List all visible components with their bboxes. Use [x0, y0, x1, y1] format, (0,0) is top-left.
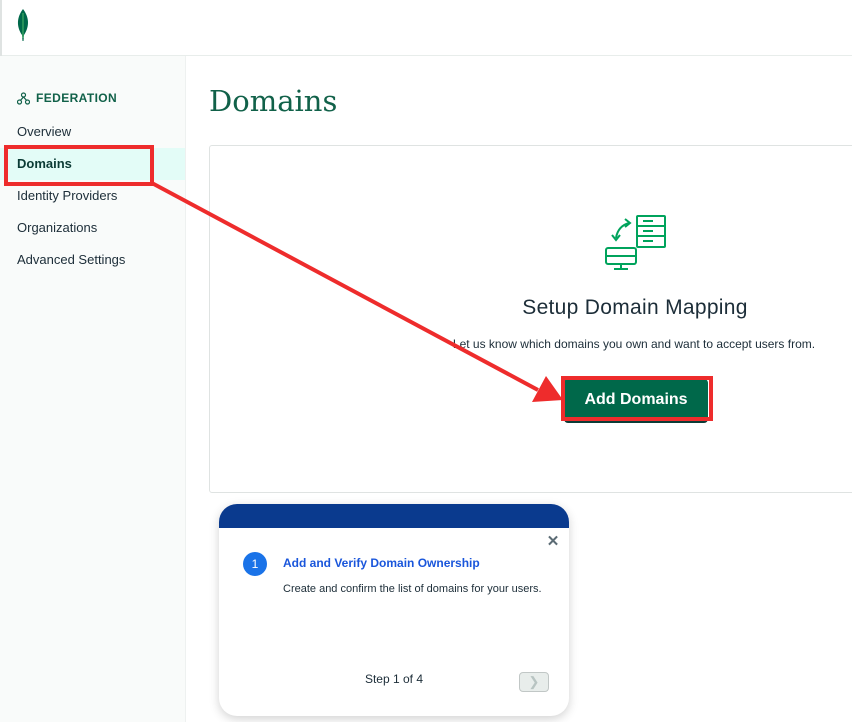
onboarding-guide-card: ✕ 1 Add and Verify Domain Ownership Crea…: [219, 504, 569, 716]
guide-header-band: [219, 504, 569, 528]
step-number-badge: 1: [243, 552, 267, 576]
sidebar-item-advanced-settings[interactable]: Advanced Settings: [0, 244, 185, 276]
mongodb-leaf-logo[interactable]: [14, 8, 32, 42]
federation-icon: [17, 91, 30, 105]
guide-description: Create and confirm the list of domains f…: [283, 583, 542, 595]
federation-section-title: FEDERATION: [36, 91, 118, 105]
sidebar-item-domains[interactable]: Domains: [0, 148, 185, 180]
server-sync-icon: [605, 215, 666, 270]
page-title: Domains: [209, 84, 338, 118]
chevron-right-icon: ❯: [528, 674, 540, 689]
sidebar-item-identity-providers[interactable]: Identity Providers: [0, 180, 185, 212]
guide-step-indicator: Step 1 of 4: [364, 672, 424, 686]
next-step-button[interactable]: ❯: [519, 672, 549, 692]
sidebar-item-organizations[interactable]: Organizations: [0, 212, 185, 244]
top-bar: [0, 0, 852, 56]
federation-section-header: FEDERATION: [17, 91, 117, 105]
close-icon[interactable]: ✕: [545, 534, 561, 550]
empty-state-title: Setup Domain Mapping: [522, 296, 748, 319]
add-domains-button[interactable]: Add Domains: [564, 379, 708, 421]
empty-state-description: Let us know which domains you own and wa…: [452, 337, 816, 351]
guide-title: Add and Verify Domain Ownership: [283, 556, 480, 570]
sidebar-item-overview[interactable]: Overview: [0, 116, 185, 148]
